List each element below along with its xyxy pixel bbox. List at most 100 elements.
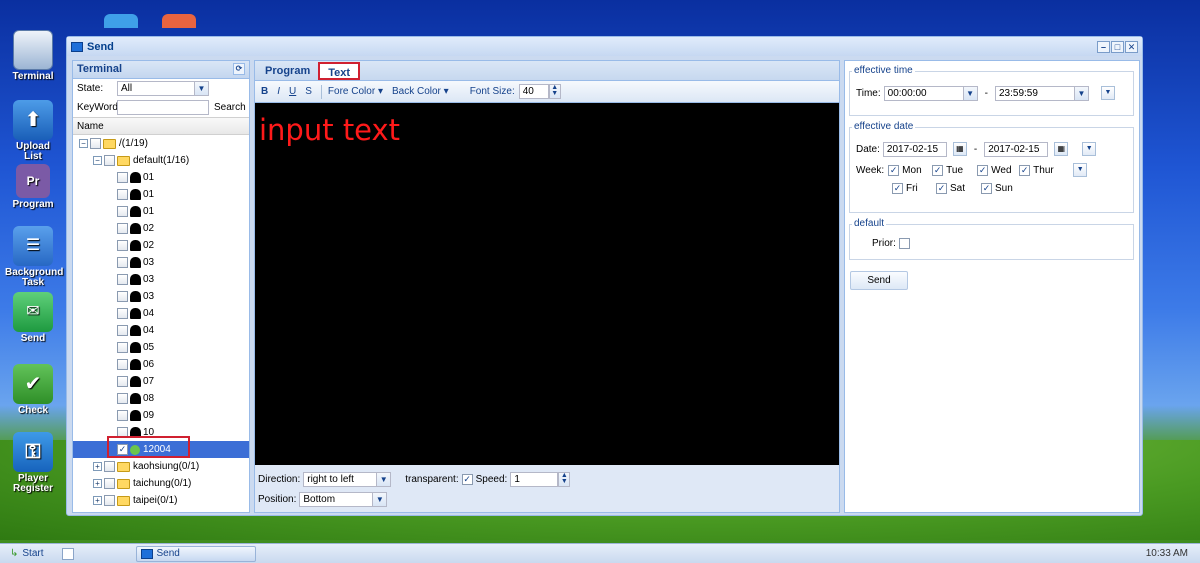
week-sun-checkbox[interactable]: ✓ [981, 182, 992, 194]
speed-spinner-icon[interactable]: ▲ ▼ [558, 471, 571, 487]
tree-checkbox[interactable] [104, 461, 115, 472]
bold-button[interactable]: B [261, 86, 268, 97]
keyword-input[interactable] [117, 100, 209, 115]
font-size-input[interactable] [518, 84, 549, 99]
tree-device-node[interactable]: 08 [73, 390, 249, 407]
underline-button[interactable]: U [289, 86, 296, 97]
tree-device-node[interactable]: 05 [73, 339, 249, 356]
tree-checkbox[interactable] [104, 478, 115, 489]
tree-device-node[interactable]: 02 [73, 220, 249, 237]
expand-icon[interactable]: + [93, 496, 102, 505]
tree-checkbox[interactable] [117, 427, 128, 438]
tree-device-node[interactable]: 02 [73, 237, 249, 254]
week-thur-checkbox[interactable]: ✓ [1019, 164, 1031, 176]
collapse-icon[interactable]: − [79, 139, 88, 148]
chevron-down-icon[interactable]: ▼ [962, 86, 977, 100]
tree-checkbox[interactable] [117, 172, 128, 183]
calendar-icon[interactable]: ▦ [1054, 142, 1069, 156]
tree-checkbox[interactable] [90, 138, 101, 149]
desktop-icon-program[interactable]: Pr Program [0, 164, 66, 210]
calendar-icon[interactable]: ▦ [952, 142, 967, 156]
chevron-down-icon[interactable]: ▼ [1073, 86, 1088, 100]
tree-checkbox[interactable] [117, 376, 128, 387]
tree-checkbox[interactable] [117, 359, 128, 370]
tree-device-node[interactable]: 01 [73, 169, 249, 186]
date-options-icon[interactable]: ▼ [1082, 142, 1097, 156]
week-mon-checkbox[interactable]: ✓ [888, 164, 900, 176]
desktop-icon-player-register[interactable]: ⚿ Player Register [0, 432, 66, 494]
chevron-down-icon[interactable]: ▼ [376, 472, 391, 486]
refresh-icon[interactable]: ⟳ [233, 63, 245, 75]
minimize-button[interactable]: – [1097, 40, 1110, 53]
tree-checkbox[interactable] [117, 206, 128, 217]
prior-checkbox[interactable] [898, 237, 910, 249]
week-sat-checkbox[interactable]: ✓ [936, 182, 947, 194]
transparent-checkbox[interactable]: ✓ [461, 473, 473, 485]
tree-device-node[interactable]: 07 [73, 373, 249, 390]
tree-device-node[interactable]: 01 [73, 203, 249, 220]
desktop-icon-background-task[interactable]: ☰ Background Task [0, 226, 66, 288]
expand-icon[interactable]: + [93, 479, 102, 488]
time-end-select[interactable]: 23:59:59 ▼ [994, 85, 1089, 101]
tree-checkbox[interactable] [104, 155, 115, 166]
tree-checkbox[interactable] [117, 342, 128, 353]
state-select[interactable]: All ▼ [117, 81, 209, 96]
tree-group-node[interactable]: + taichung(0/1) [73, 475, 249, 492]
time-options-icon[interactable]: ▼ [1100, 86, 1115, 100]
week-fri-checkbox[interactable]: ✓ [892, 182, 903, 194]
tree-checkbox[interactable] [117, 325, 128, 336]
tree-group-node[interactable]: − default(1/16) [73, 152, 249, 169]
strike-button[interactable]: S [305, 86, 312, 97]
send-button[interactable]: Send [850, 271, 908, 290]
date-end-input[interactable] [984, 141, 1049, 157]
italic-button[interactable]: I [277, 86, 280, 97]
tree-checkbox[interactable] [104, 495, 115, 506]
desktop-icon-terminal[interactable]: Terminal [0, 30, 66, 82]
speed-input[interactable] [510, 471, 559, 487]
tree-device-node[interactable]: 01 [73, 186, 249, 203]
tree-checkbox[interactable] [117, 257, 128, 268]
expand-icon[interactable]: + [93, 462, 102, 471]
time-start-select[interactable]: 00:00:00 ▼ [883, 85, 978, 101]
tree-device-node[interactable]: 04 [73, 305, 249, 322]
tree-device-node[interactable]: 04 [73, 322, 249, 339]
tree-group-node[interactable]: + taipei(0/1) [73, 492, 249, 509]
chevron-down-icon[interactable]: ▼ [372, 492, 387, 506]
tree-checkbox[interactable] [117, 274, 128, 285]
tree-checkbox[interactable] [117, 410, 128, 421]
week-wed-checkbox[interactable]: ✓ [977, 164, 989, 176]
desktop-top-icon-blue[interactable] [104, 14, 138, 28]
desktop-icon-send[interactable]: ✉ Send [0, 292, 66, 344]
back-color-button[interactable]: Back Color ▾ [392, 86, 449, 97]
tree-root-node[interactable]: − /(1/19) [73, 135, 249, 152]
tree-device-node[interactable]: 03 [73, 288, 249, 305]
tab-text[interactable]: Text [318, 62, 361, 80]
tree-checkbox[interactable] [117, 291, 128, 302]
position-select[interactable]: Bottom ▼ [299, 491, 388, 507]
week-options-icon[interactable]: ▼ [1073, 163, 1088, 177]
tree-column-header[interactable]: Name [73, 117, 249, 135]
close-button[interactable]: ✕ [1125, 40, 1138, 53]
tree-checkbox[interactable] [117, 308, 128, 319]
tree-checkbox[interactable] [117, 240, 128, 251]
desktop-icon-check[interactable]: ✔ Check [0, 364, 66, 416]
tree-checkbox[interactable] [117, 189, 128, 200]
start-button[interactable]: ↳ Start [10, 548, 44, 559]
tab-program[interactable]: Program [257, 62, 318, 80]
search-button[interactable]: Search [214, 102, 246, 113]
maximize-button[interactable]: □ [1111, 40, 1124, 53]
font-size-spinner-icon[interactable]: ▲ ▼ [548, 84, 561, 99]
tree-checkbox[interactable] [117, 393, 128, 404]
direction-select[interactable]: right to left ▼ [303, 471, 392, 487]
collapse-icon[interactable]: − [93, 156, 102, 165]
edit-icon[interactable] [61, 547, 74, 560]
text-preview-canvas[interactable]: input text [255, 103, 839, 465]
week-tue-checkbox[interactable]: ✓ [932, 164, 944, 176]
window-titlebar[interactable]: Send – □ ✕ [67, 37, 1142, 56]
tree-device-node[interactable]: 10 [73, 424, 249, 441]
tree-device-node[interactable]: 03 [73, 254, 249, 271]
fore-color-button[interactable]: Fore Color ▾ [328, 86, 383, 97]
tree-device-node-selected[interactable]: ✓ 12004 [73, 441, 249, 458]
tree-device-node[interactable]: 03 [73, 271, 249, 288]
tree-device-node[interactable]: 09 [73, 407, 249, 424]
